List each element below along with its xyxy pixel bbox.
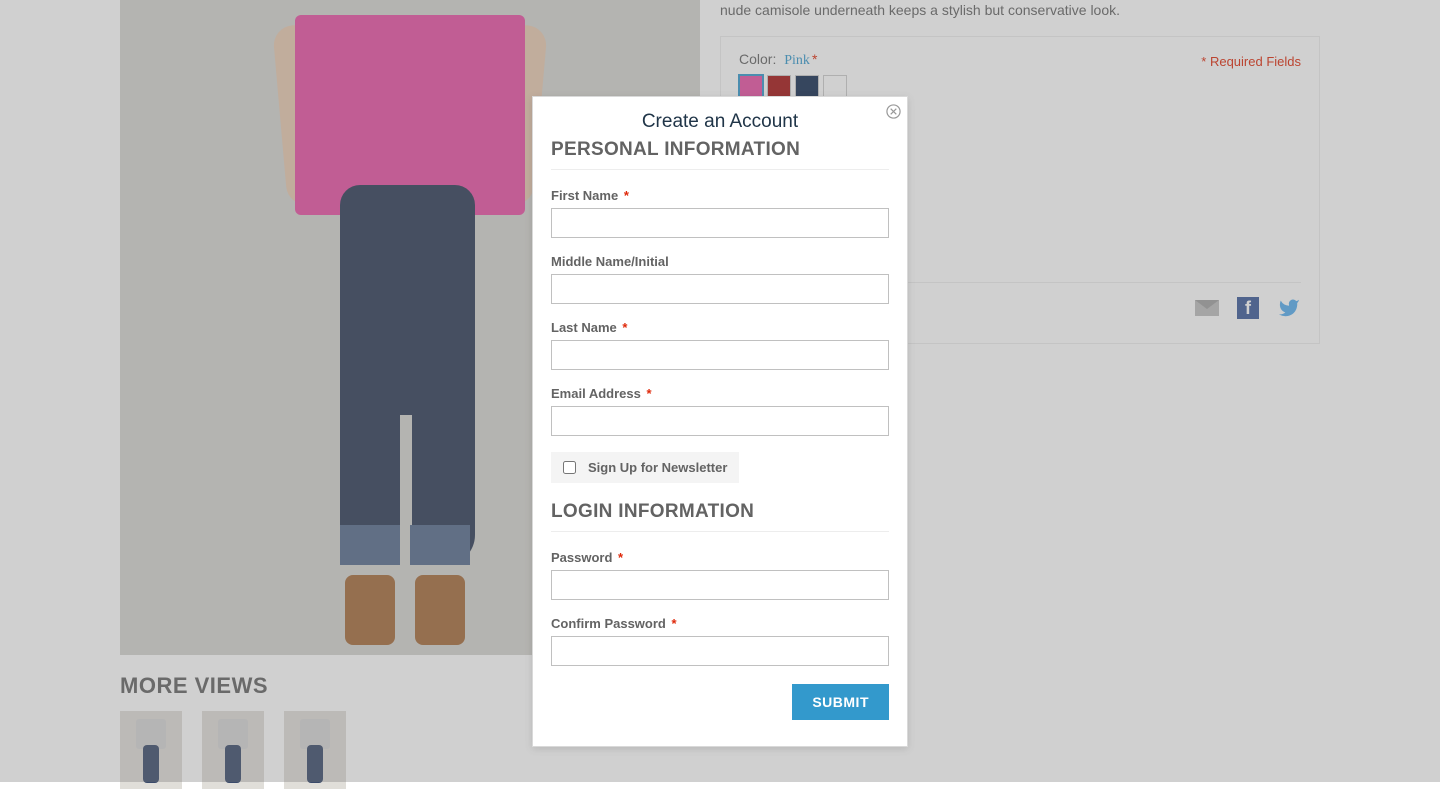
first-name-input[interactable]: [551, 208, 889, 238]
modal-title: Create an Account: [551, 111, 889, 133]
password-label: Password *: [551, 550, 889, 565]
submit-button[interactable]: SUBMIT: [792, 684, 889, 720]
create-account-modal: Create an Account PERSONAL INFORMATION F…: [532, 96, 908, 747]
middle-name-label: Middle Name/Initial: [551, 254, 889, 269]
email-label: Email Address *: [551, 386, 889, 401]
password-input[interactable]: [551, 570, 889, 600]
email-input[interactable]: [551, 406, 889, 436]
newsletter-row: Sign Up for Newsletter: [551, 452, 739, 483]
close-icon[interactable]: [885, 103, 901, 119]
login-info-heading: LOGIN INFORMATION: [551, 501, 889, 532]
first-name-label: First Name *: [551, 188, 889, 203]
middle-name-input[interactable]: [551, 274, 889, 304]
modal-overlay: Create an Account PERSONAL INFORMATION F…: [0, 0, 1440, 782]
last-name-input[interactable]: [551, 340, 889, 370]
personal-info-heading: PERSONAL INFORMATION: [551, 139, 889, 170]
newsletter-label: Sign Up for Newsletter: [588, 460, 727, 475]
confirm-password-input[interactable]: [551, 636, 889, 666]
confirm-password-label: Confirm Password *: [551, 616, 889, 631]
newsletter-checkbox[interactable]: [563, 461, 576, 474]
last-name-label: Last Name *: [551, 320, 889, 335]
